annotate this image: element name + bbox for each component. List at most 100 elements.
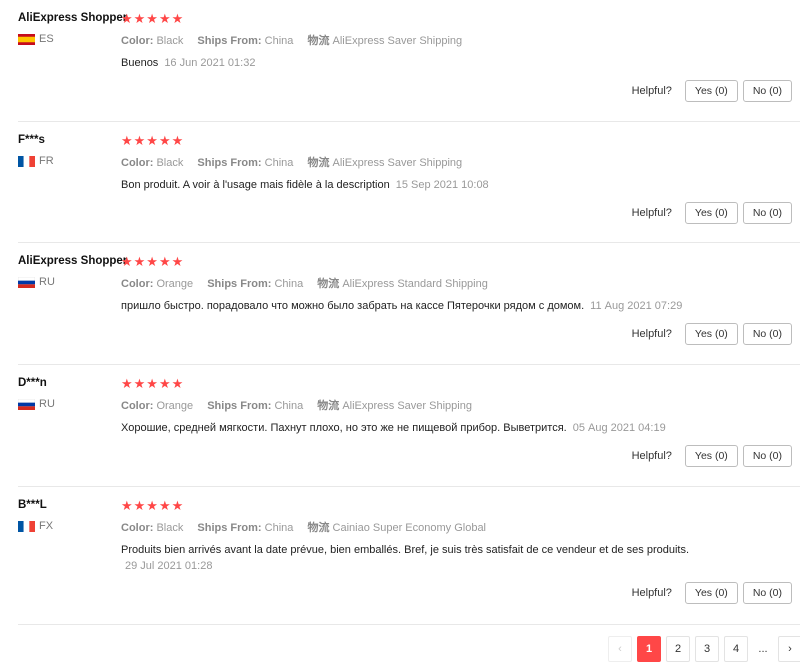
color-value: Orange <box>156 400 194 412</box>
helpful-no-button[interactable]: No (0) <box>742 323 792 345</box>
sku-info: Color: Black Ships From: China 物流 Cainia… <box>121 519 792 535</box>
ships-from-value: China <box>264 157 294 169</box>
review-text-row: пришло быстро. порадовало что можно было… <box>121 299 792 314</box>
reviewer-info: D***n RU <box>18 377 118 410</box>
review-text: Хорошие, средней мягкости. Пахнут плохо,… <box>121 422 567 434</box>
reviewer-country: ES <box>18 33 118 45</box>
ships-from-key: Ships From: <box>197 522 262 534</box>
flag-fr-icon <box>18 520 35 532</box>
sku-info: Color: Black Ships From: China 物流 AliExp… <box>121 32 792 48</box>
review-text-row: Хорошие, средней мягкости. Пахнут плохо,… <box>121 421 792 436</box>
star-rating: ★★★★★ <box>121 376 185 391</box>
review-text-row: Bon produit. A voir à l'usage mais fidèl… <box>121 178 792 193</box>
reviewer-name: AliExpress Shopper <box>18 255 128 267</box>
review-text: Bon produit. A voir à l'usage mais fidèl… <box>121 179 390 191</box>
color-value: Black <box>156 35 184 47</box>
color-value: Orange <box>156 278 194 290</box>
page-1-button[interactable]: 1 <box>637 636 661 662</box>
pagination: ‹ 1 2 3 4 ... › <box>608 636 800 662</box>
review-content: ★★★★★ Color: Black Ships From: China 物流 … <box>121 12 792 71</box>
logistics-key: 物流 <box>307 35 330 47</box>
logistics-key: 物流 <box>317 400 340 412</box>
logistics-key: 物流 <box>307 522 330 534</box>
review-item: D***n RU ★★★★★ Color: Orange Ships From:… <box>18 365 800 487</box>
reviewer-name: F***s <box>18 134 45 146</box>
logistics-value: AliExpress Saver Shipping <box>332 157 463 169</box>
review-item: F***s FR ★★★★★ Color: Black Ships From: … <box>18 122 800 243</box>
country-code: FR <box>39 155 54 167</box>
reviewer-country: RU <box>18 398 118 410</box>
reviewer-name: D***n <box>18 377 47 389</box>
country-code: RU <box>39 276 55 288</box>
sku-info: Color: Orange Ships From: China 物流 AliEx… <box>121 275 792 291</box>
helpful-yes-button[interactable]: Yes (0) <box>684 582 738 604</box>
ships-from-key: Ships From: <box>207 278 272 290</box>
helpful-no-button[interactable]: No (0) <box>742 202 792 224</box>
country-code: ES <box>39 33 54 45</box>
color-key: Color: <box>121 278 154 290</box>
review-content: ★★★★★ Color: Black Ships From: China 物流 … <box>121 499 792 574</box>
star-rating: ★★★★★ <box>121 498 185 513</box>
helpful-label: Helpful? <box>631 328 672 340</box>
ships-from-value: China <box>274 278 304 290</box>
reviewer-info: AliExpress Shopper RU <box>18 255 128 288</box>
helpful-no-button[interactable]: No (0) <box>742 445 792 467</box>
reviewer-info: F***s FR <box>18 134 118 167</box>
ships-from-value: China <box>274 400 304 412</box>
reviewer-name: AliExpress Shopper <box>18 12 128 24</box>
review-date: 15 Sep 2021 10:08 <box>395 179 489 191</box>
chevron-left-icon[interactable]: ‹ <box>608 636 632 662</box>
color-value: Black <box>156 522 184 534</box>
country-code: FX <box>39 520 54 532</box>
helpful-no-button[interactable]: No (0) <box>742 80 792 102</box>
logistics-value: Cainiao Super Economy Global <box>332 522 487 534</box>
flag-ru-icon <box>18 398 35 410</box>
color-key: Color: <box>121 400 154 412</box>
review-date: 16 Jun 2021 01:32 <box>164 57 256 69</box>
page-2-button[interactable]: 2 <box>666 636 690 662</box>
logistics-value: AliExpress Saver Shipping <box>342 400 472 412</box>
color-key: Color: <box>121 522 154 534</box>
page-4-button[interactable]: 4 <box>724 636 748 662</box>
flag-es-icon <box>18 33 35 45</box>
ships-from-value: China <box>264 522 294 534</box>
country-code: RU <box>39 398 55 410</box>
review-content: ★★★★★ Color: Black Ships From: China 物流 … <box>121 134 792 193</box>
review-list: AliExpress Shopper ES ★★★★★ Color: Black… <box>0 0 800 625</box>
review-text-row: Produits bien arrivés avant la date prév… <box>121 543 792 574</box>
sku-info: Color: Black Ships From: China 物流 AliExp… <box>121 154 792 170</box>
chevron-right-icon[interactable]: › <box>778 636 800 662</box>
reviewer-country: FR <box>18 155 118 167</box>
review-text: пришло быстро. порадовало что можно было… <box>121 300 585 312</box>
review-text-row: Buenos 16 Jun 2021 01:32 <box>121 56 792 71</box>
review-item: B***L FX ★★★★★ Color: Black Ships From: … <box>18 487 800 625</box>
ships-from-key: Ships From: <box>197 35 262 47</box>
review-date: 29 Jul 2021 01:28 <box>125 560 213 572</box>
flag-ru-icon <box>18 276 35 288</box>
helpful-yes-button[interactable]: Yes (0) <box>684 202 738 224</box>
pagination-ellipsis: ... <box>753 636 773 662</box>
logistics-key: 物流 <box>317 278 340 290</box>
helpful-bar: Helpful? Yes (0) No (0) <box>632 80 792 102</box>
helpful-bar: Helpful? Yes (0) No (0) <box>632 445 792 467</box>
flag-fr-icon <box>18 155 35 167</box>
helpful-no-button[interactable]: No (0) <box>742 582 792 604</box>
helpful-yes-button[interactable]: Yes (0) <box>684 323 738 345</box>
helpful-label: Helpful? <box>631 85 672 97</box>
review-date: 11 Aug 2021 07:29 <box>590 300 683 312</box>
reviewer-info: AliExpress Shopper ES <box>18 12 128 45</box>
helpful-label: Helpful? <box>631 207 672 219</box>
helpful-label: Helpful? <box>631 587 672 599</box>
review-date: 05 Aug 2021 04:19 <box>572 422 666 434</box>
reviewer-name: B***L <box>18 499 47 511</box>
review-content: ★★★★★ Color: Orange Ships From: China 物流… <box>121 255 792 314</box>
helpful-yes-button[interactable]: Yes (0) <box>684 445 738 467</box>
logistics-value: AliExpress Saver Shipping <box>332 35 463 47</box>
color-key: Color: <box>121 35 154 47</box>
page-3-button[interactable]: 3 <box>695 636 719 662</box>
review-content: ★★★★★ Color: Orange Ships From: China 物流… <box>121 377 792 436</box>
helpful-yes-button[interactable]: Yes (0) <box>684 80 738 102</box>
ships-from-key: Ships From: <box>207 400 272 412</box>
review-text: Buenos <box>121 57 159 69</box>
sku-info: Color: Orange Ships From: China 物流 AliEx… <box>121 397 792 413</box>
